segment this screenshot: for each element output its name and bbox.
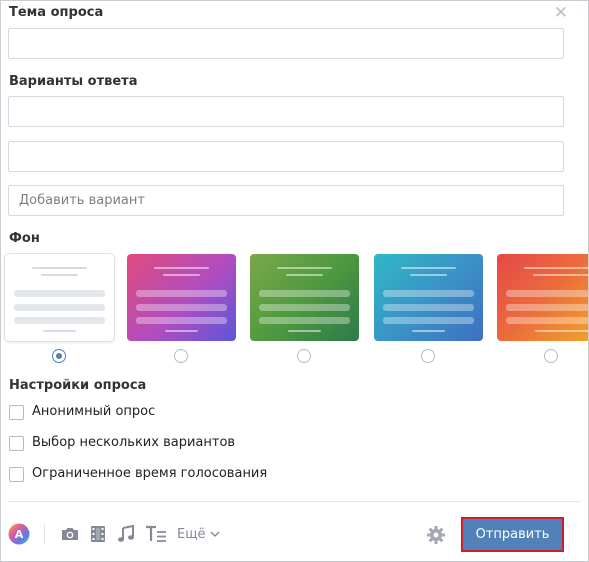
background-preview-bar xyxy=(14,304,105,311)
background-preview-bar xyxy=(259,304,350,311)
text-format-icon[interactable] xyxy=(144,523,168,545)
poll-topic-label: Тема опроса xyxy=(9,5,104,20)
avatar-icon[interactable]: A xyxy=(8,523,30,545)
background-option-teal-blue[interactable] xyxy=(374,254,483,341)
background-preview-line xyxy=(154,267,209,269)
background-label: Фон xyxy=(9,231,40,246)
background-preview-bar xyxy=(136,304,227,311)
answer-input-1[interactable] xyxy=(8,96,564,127)
film-icon[interactable] xyxy=(89,523,107,545)
poll-topic-input[interactable] xyxy=(8,28,564,59)
background-preview-line xyxy=(43,330,76,332)
close-icon[interactable]: ✕ xyxy=(554,3,568,23)
background-preview-line xyxy=(163,274,200,276)
background-preview-bar xyxy=(383,290,474,297)
background-preview-bar xyxy=(506,290,588,297)
background-preview-line xyxy=(288,330,321,332)
background-preview-bar xyxy=(14,290,105,297)
music-icon[interactable] xyxy=(116,523,136,545)
checkbox-box[interactable] xyxy=(9,467,24,482)
anonymous-poll-checkbox[interactable]: Анонимный опрос xyxy=(9,404,169,422)
background-preview-line xyxy=(41,274,78,276)
checkbox-box[interactable] xyxy=(9,405,24,420)
background-radio-pink-purple[interactable] xyxy=(174,349,188,363)
background-radio-white[interactable] xyxy=(52,349,66,363)
background-option-pink-purple[interactable] xyxy=(127,254,236,341)
send-button[interactable]: Отправить xyxy=(461,517,564,552)
background-preview-line xyxy=(412,330,445,332)
background-radio-red-orange[interactable] xyxy=(544,349,558,363)
chevron-down-icon xyxy=(210,531,220,537)
background-radio-teal-blue[interactable] xyxy=(421,349,435,363)
more-menu[interactable]: Ещё xyxy=(177,523,220,545)
multiple-choice-checkbox[interactable]: Выбор нескольких вариантов xyxy=(9,435,249,453)
background-preview-line xyxy=(533,274,588,276)
toolbar-separator xyxy=(44,524,45,544)
checkbox-label: Ограниченное время голосования xyxy=(32,466,268,481)
add-option-input[interactable] xyxy=(8,185,564,216)
gear-icon[interactable] xyxy=(426,524,446,546)
background-preview-bar xyxy=(383,304,474,311)
background-option-green[interactable] xyxy=(250,254,359,341)
answer-input-2[interactable] xyxy=(8,141,564,172)
background-preview-bar xyxy=(259,290,350,297)
background-radio-green[interactable] xyxy=(297,349,311,363)
svg-text:A: A xyxy=(15,528,24,541)
background-preview-line xyxy=(32,267,87,269)
background-preview-line xyxy=(524,267,588,269)
background-option-red-orange[interactable] xyxy=(497,254,588,341)
poll-editor: ✕ Тема опроса Варианты ответа Фон xyxy=(0,0,589,562)
background-preview-bar xyxy=(506,304,588,311)
background-preview-bar xyxy=(14,317,105,324)
background-preview-line xyxy=(277,267,332,269)
poll-settings-label: Настройки опроса xyxy=(9,378,147,393)
time-limit-checkbox[interactable]: Ограниченное время голосования xyxy=(9,466,279,484)
background-preview-line xyxy=(165,330,198,332)
checkbox-box[interactable] xyxy=(9,436,24,451)
more-label: Ещё xyxy=(177,526,206,542)
background-preview-bar xyxy=(506,317,588,324)
checkbox-label: Анонимный опрос xyxy=(32,404,156,419)
checkbox-label: Выбор нескольких вариантов xyxy=(32,435,236,450)
background-preview-bar xyxy=(259,317,350,324)
toolbar-divider xyxy=(8,501,581,502)
background-preview-line xyxy=(401,267,456,269)
background-preview-line xyxy=(410,274,447,276)
background-preview-bar xyxy=(383,317,474,324)
camera-icon[interactable] xyxy=(60,523,80,545)
background-preview-line xyxy=(286,274,323,276)
background-option-white[interactable] xyxy=(5,254,114,341)
background-preview-bar xyxy=(136,317,227,324)
answers-label: Варианты ответа xyxy=(9,74,138,89)
background-preview-line xyxy=(535,330,588,332)
background-preview-bar xyxy=(136,290,227,297)
